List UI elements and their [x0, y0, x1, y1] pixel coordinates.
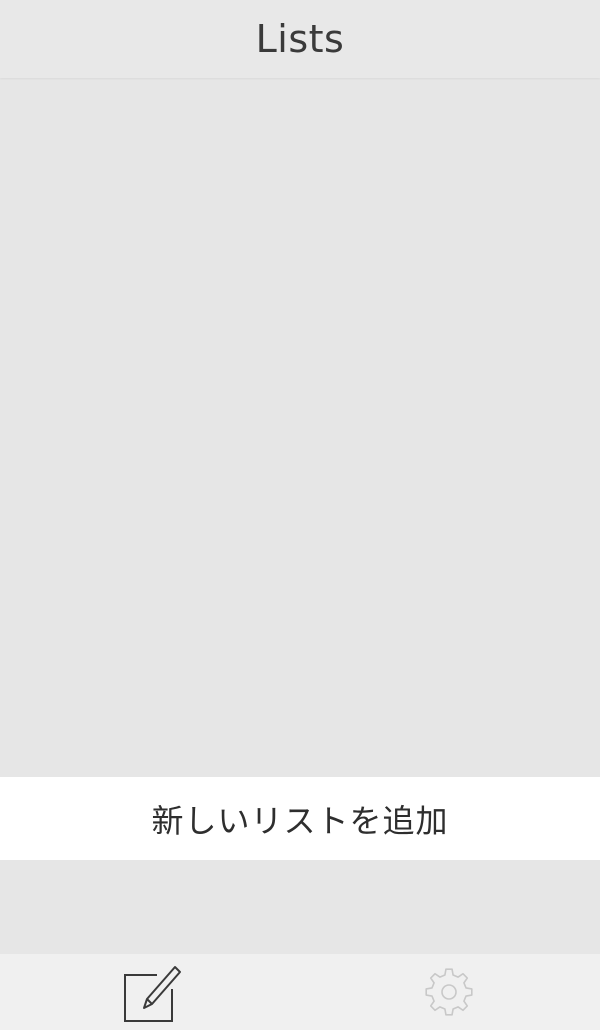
gear-icon	[425, 968, 473, 1016]
lists-screen: Lists 新しいリストを追加	[0, 0, 600, 1030]
lists-container[interactable]	[0, 80, 600, 776]
navigation-bar: Lists	[0, 0, 600, 78]
compose-icon	[124, 966, 181, 1022]
add-new-list-button[interactable]: 新しいリストを追加	[0, 777, 600, 860]
add-new-list-label: 新しいリストを追加	[151, 802, 449, 839]
page-title: Lists	[255, 17, 345, 61]
compose-tab-button[interactable]	[78, 954, 228, 1030]
tab-bar	[0, 954, 600, 1030]
settings-tab-button[interactable]	[374, 954, 524, 1030]
